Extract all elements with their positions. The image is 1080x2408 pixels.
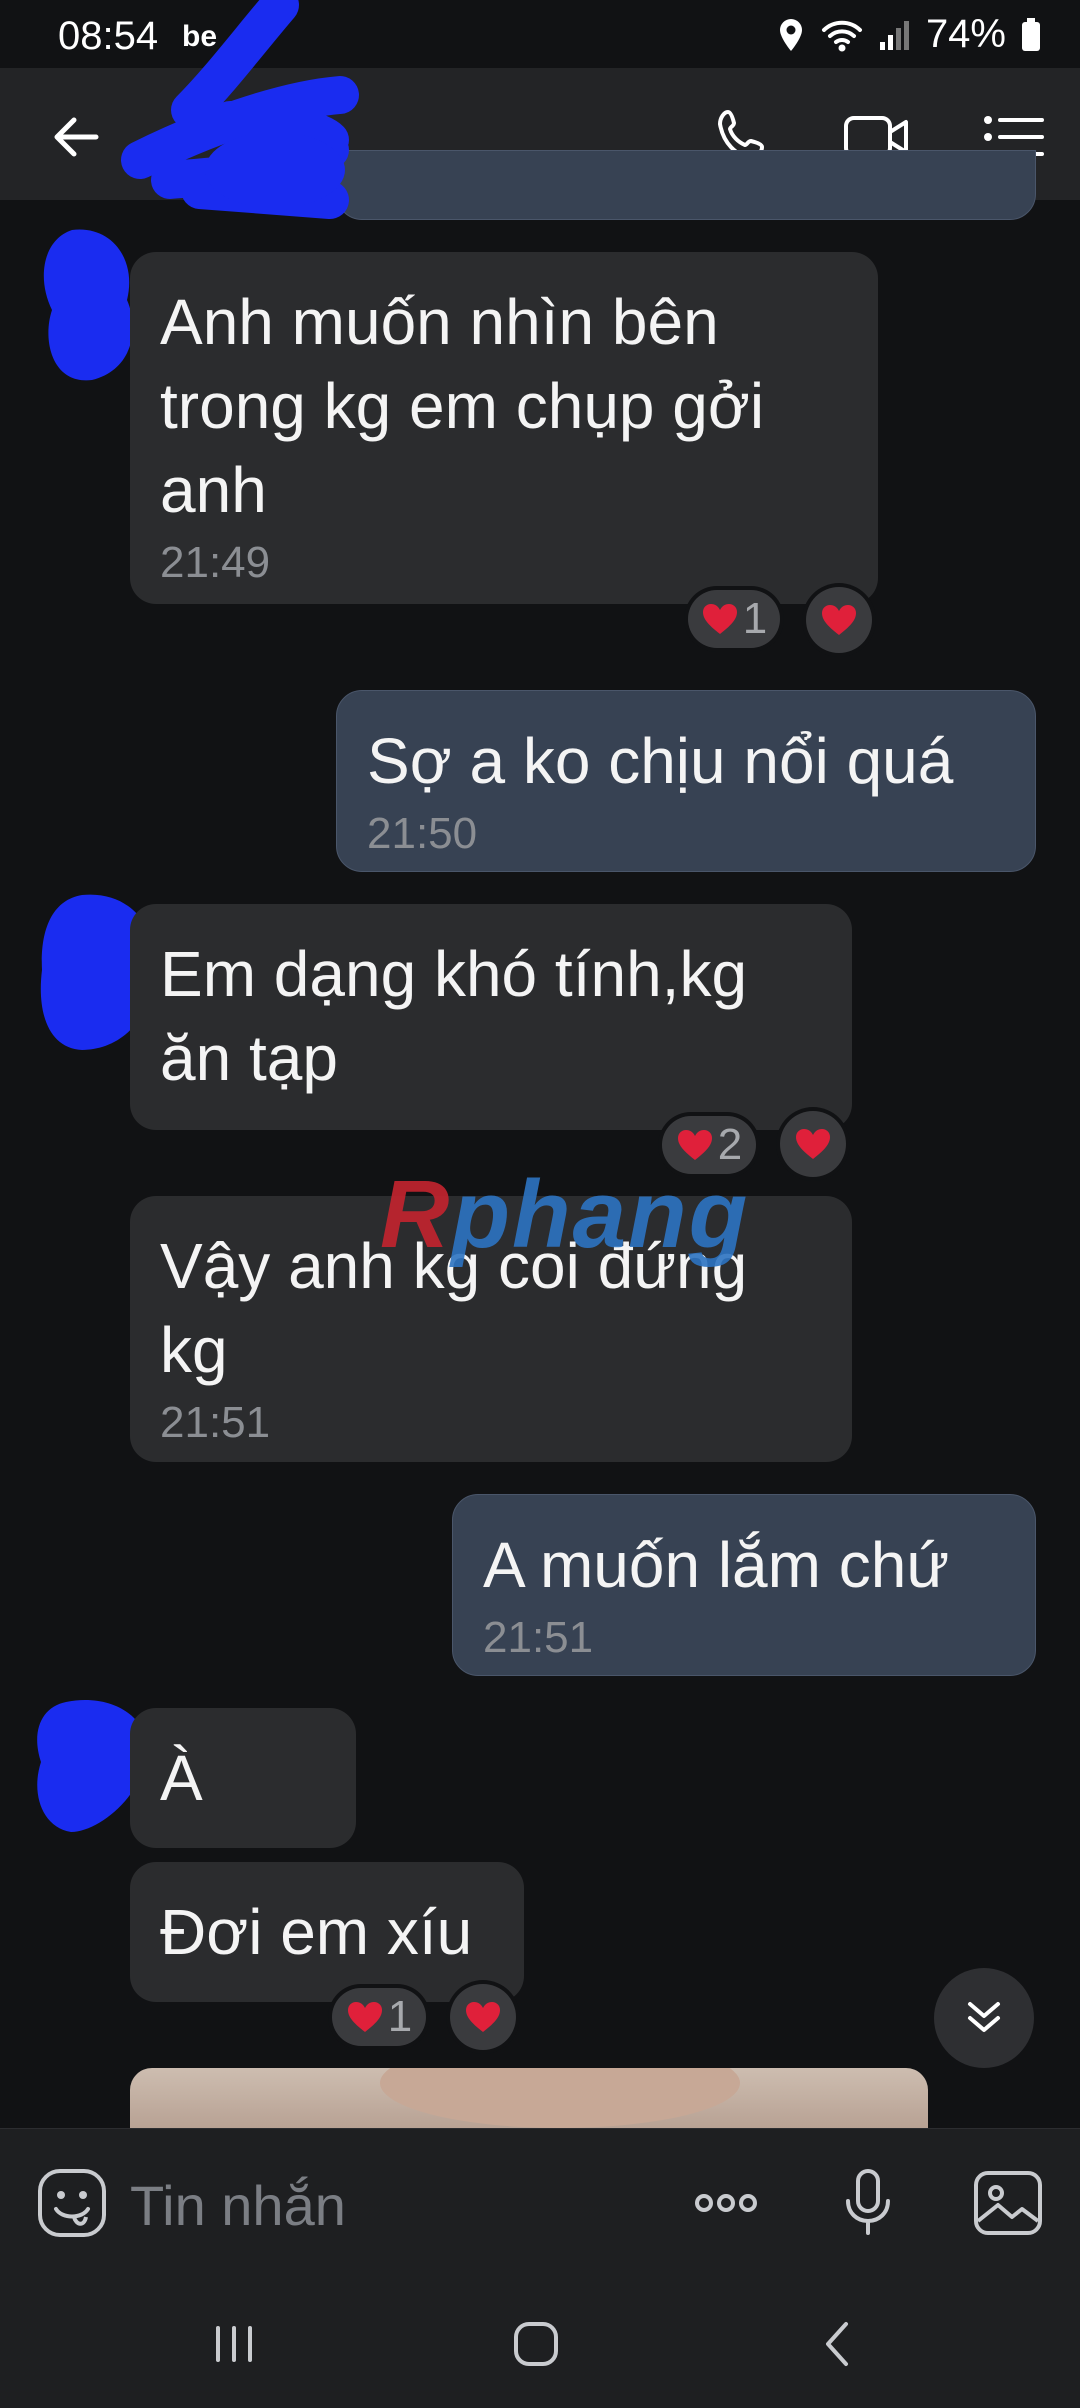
message-time: 21:51 [483, 1613, 594, 1662]
message-text: A muốn lắm chứ [483, 1529, 950, 1601]
message-text: Em dạng khó tính,kg ăn tạp [160, 938, 765, 1094]
message-bubble[interactable]: À [130, 1708, 356, 1848]
recent-apps-icon[interactable] [204, 2314, 264, 2374]
reaction-count[interactable]: 1 [688, 590, 780, 648]
watermark-part1: R [380, 1161, 452, 1268]
add-reaction-button[interactable] [780, 1111, 846, 1177]
message-text: Đơi em xíu [160, 1896, 473, 1968]
add-reaction-button[interactable] [806, 587, 872, 653]
heart-icon [347, 2002, 382, 2032]
heart-icon [677, 1130, 712, 1160]
back-nav-icon[interactable] [808, 2314, 868, 2374]
heart-icon [702, 604, 737, 634]
message-time: 21:51 [160, 1398, 271, 1447]
scribble-cover [121, 0, 359, 219]
location-icon [779, 18, 802, 51]
watermark-part2: phang [451, 1161, 750, 1268]
image-message[interactable] [130, 2068, 928, 2128]
signal-icon [879, 20, 909, 50]
more-icon[interactable] [688, 2165, 764, 2241]
message-input[interactable]: Tin nhắn [130, 2173, 346, 2238]
message-bubble[interactable]: Sợ a ko chịu nổi quá 21:50 [336, 690, 1036, 872]
message-text: À [160, 1742, 203, 1814]
message-composer: Tin nhắn [0, 2128, 1080, 2277]
message-text: Sợ a ko chịu nổi quá [367, 725, 954, 797]
reaction-count-value: 1 [387, 1992, 413, 2041]
reaction-count[interactable]: 1 [332, 1988, 426, 2046]
scroll-down-icon [968, 2002, 1000, 2032]
scroll-down-button[interactable] [934, 1968, 1034, 2068]
battery-icon [1022, 17, 1040, 51]
message-bubble[interactable]: Anh muốn nhìn bên trong kg em chụp gởi a… [130, 252, 878, 604]
reaction-count-value: 1 [742, 594, 768, 643]
message-time: 21:49 [160, 538, 271, 587]
home-icon[interactable] [506, 2314, 566, 2374]
add-reaction-button[interactable] [450, 1984, 516, 2050]
heart-icon [822, 605, 856, 635]
wifi-icon [821, 20, 862, 51]
message-time: 21:50 [367, 809, 478, 858]
heart-icon [796, 1129, 830, 1159]
message-bubble[interactable]: Đơi em xíu [130, 1862, 524, 2002]
message-bubble[interactable]: Em dạng khó tính,kg ăn tạp [130, 904, 852, 1130]
gallery-icon[interactable] [970, 2165, 1046, 2241]
battery-percent: 74% [925, 12, 1006, 56]
sticker-icon[interactable] [34, 2165, 110, 2241]
heart-icon [466, 2002, 500, 2032]
previous-message-bubble [336, 150, 1036, 220]
watermark-logo: Rphang [380, 1160, 749, 1270]
message-text: Anh muốn nhìn bên trong kg em chụp gởi a… [160, 286, 782, 526]
system-nav-bar [0, 2276, 1080, 2408]
microphone-icon[interactable] [830, 2165, 906, 2241]
message-bubble[interactable]: A muốn lắm chứ 21:51 [452, 1494, 1036, 1676]
avatar [43, 229, 133, 381]
